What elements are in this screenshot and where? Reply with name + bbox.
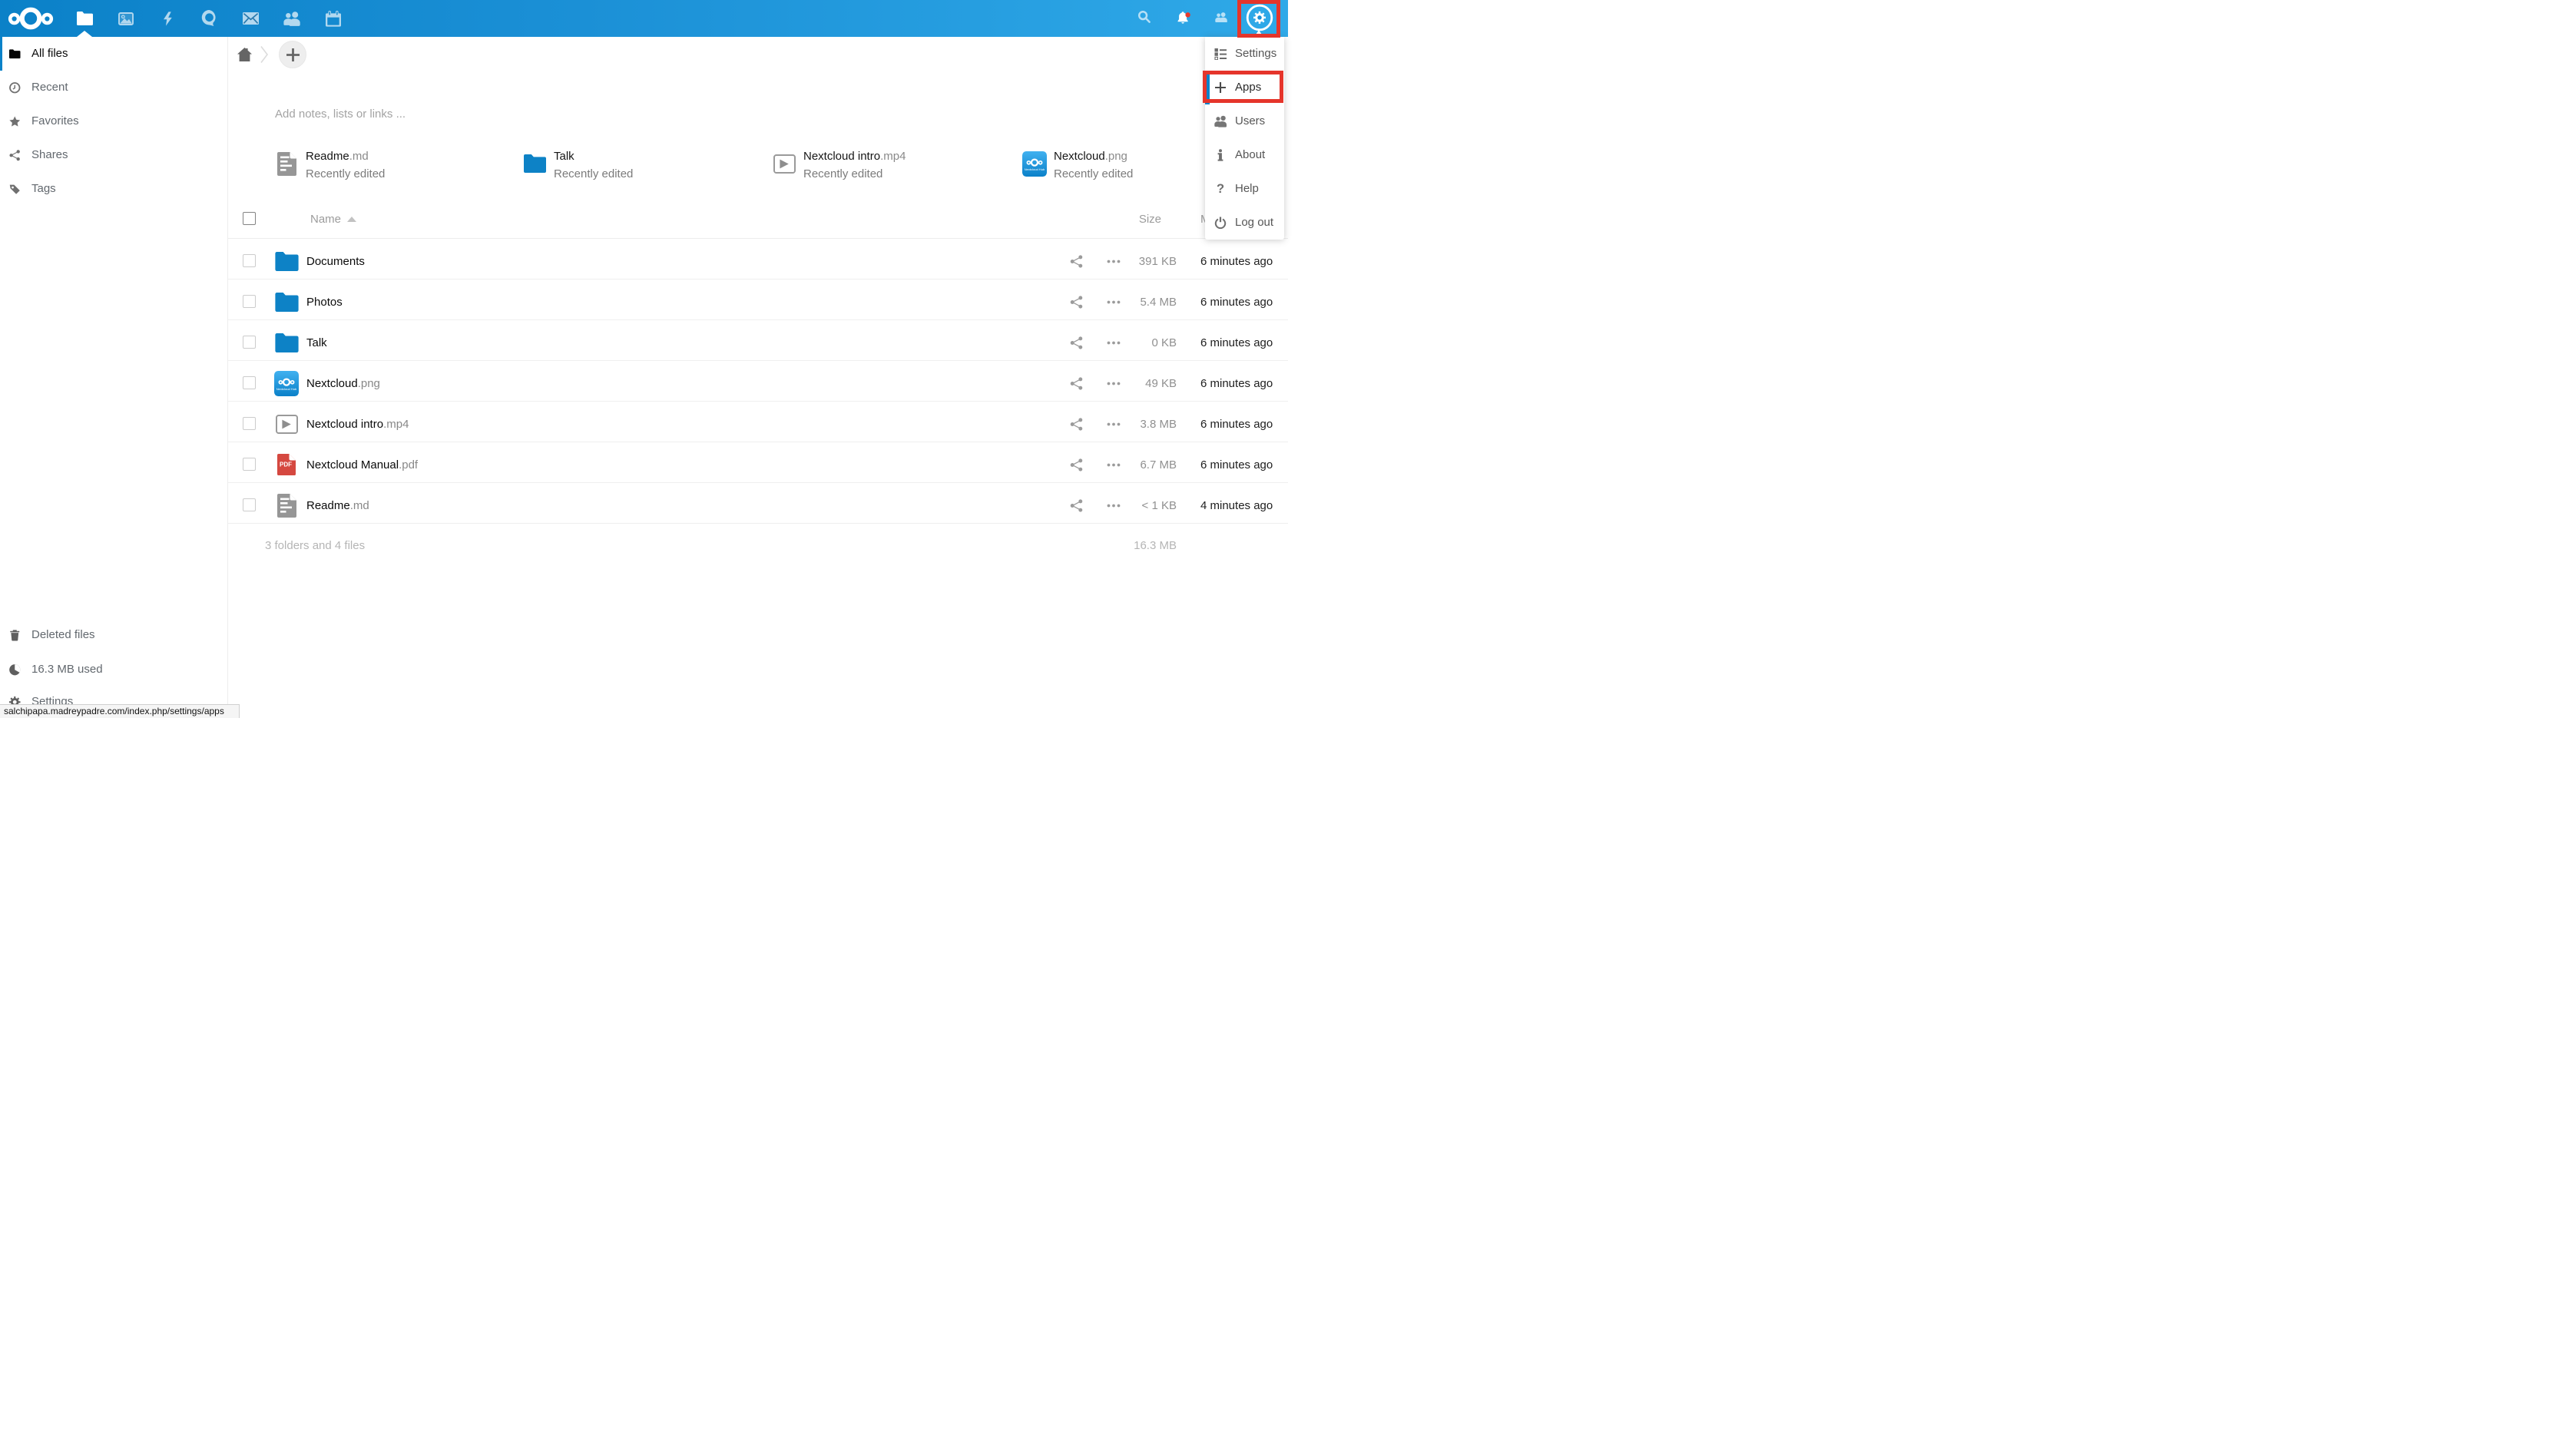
svg-text:Nextcloud Hub: Nextcloud Hub	[276, 386, 297, 390]
svg-text:Nextcloud Hub: Nextcloud Hub	[1025, 167, 1045, 170]
svg-text:PDF: PDF	[280, 462, 292, 468]
